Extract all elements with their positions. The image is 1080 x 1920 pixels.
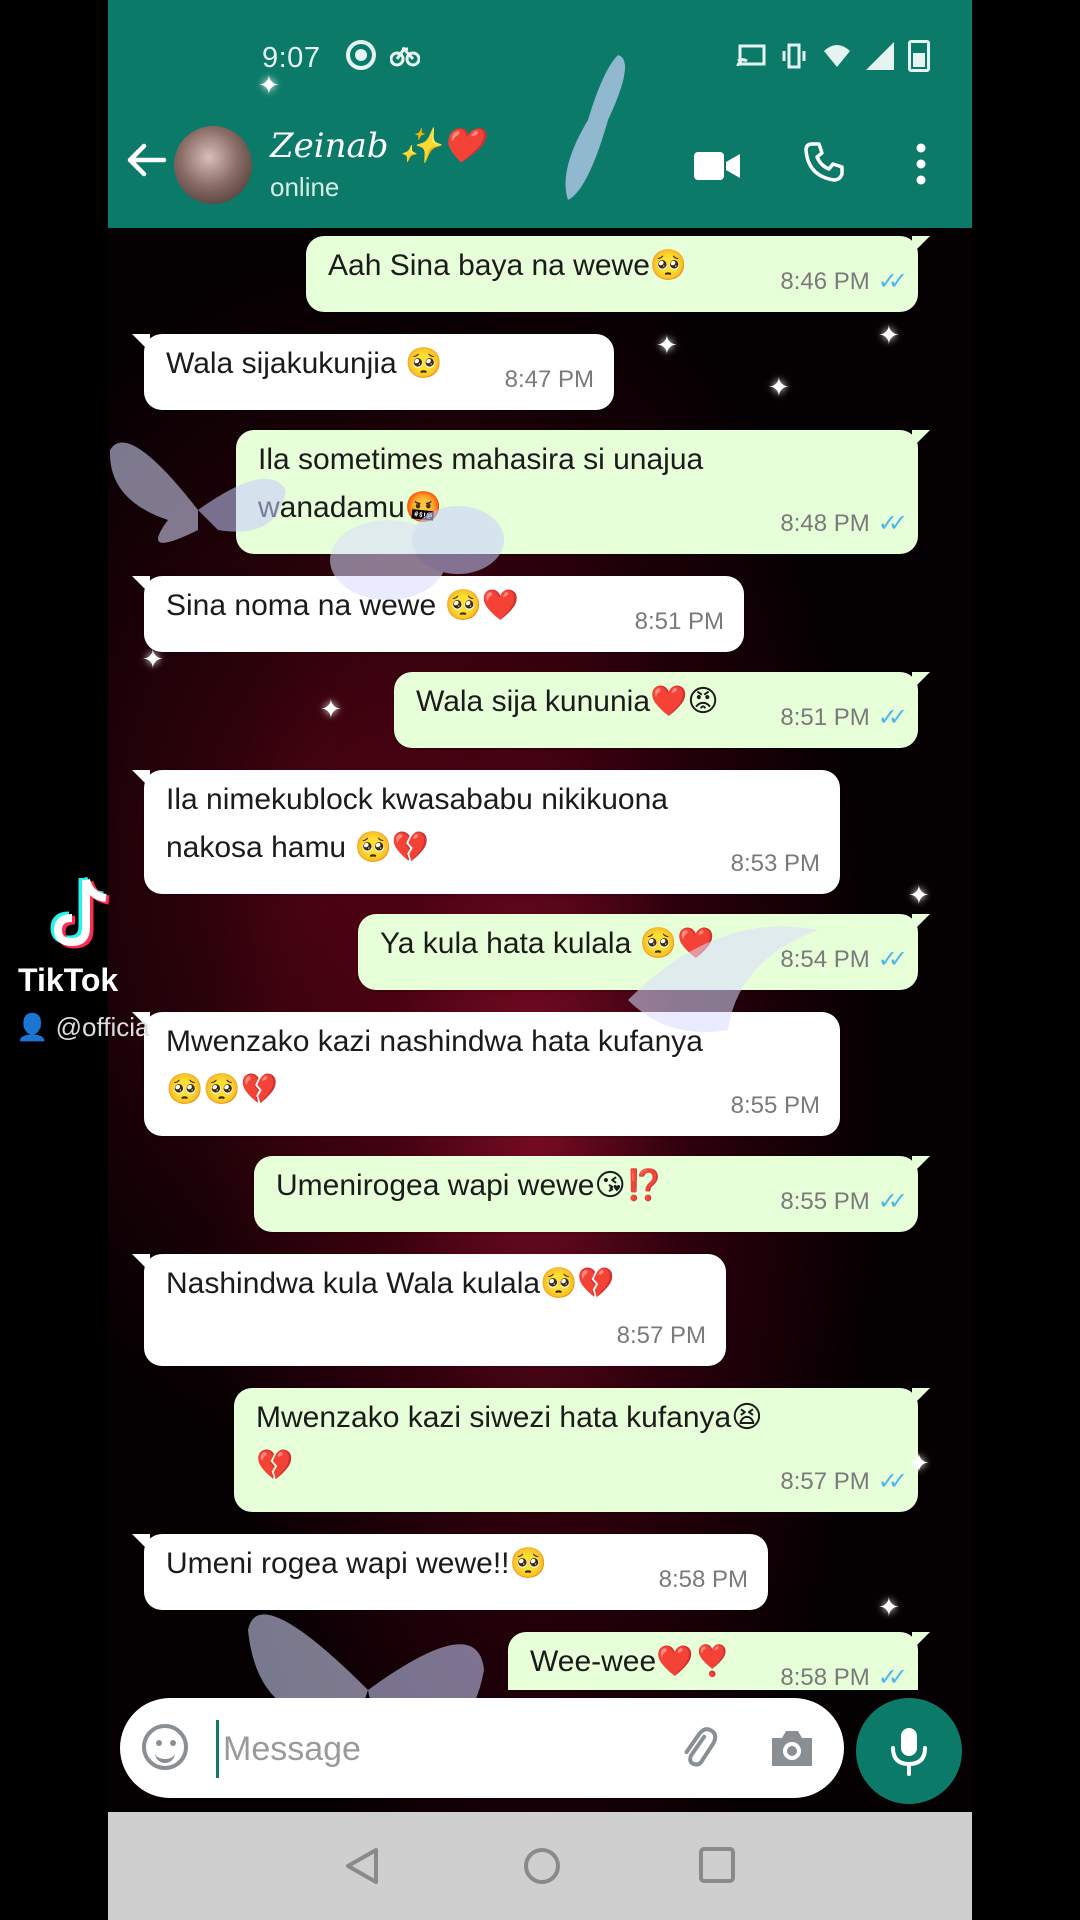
system-nav-bar [108,1812,972,1920]
video-call-icon[interactable] [694,150,740,182]
message-time: 8:51 PM [780,704,870,731]
chat-header: 9:07 Zeinab ✨❤️ online [108,0,972,228]
message-meta: 8:53 PM [731,840,820,888]
message-meta: 8:51 PM [635,598,724,646]
message-time: 8:47 PM [504,366,594,393]
more-vert-icon[interactable] [914,142,928,186]
status-bar: 9:07 [108,30,972,80]
sparkle-icon: ✦ [908,880,930,910]
message-time: 8:58 PM [658,1566,748,1593]
message-meta: 8:55 PM [731,1082,820,1130]
butterfly-decoration-icon [330,506,504,600]
outgoing-message[interactable]: Wala sija kununia❤️😡 8:51 PM ✓✓ [394,672,930,748]
sparkle-icon: ✦ [258,70,280,100]
incoming-message[interactable]: Wala sijakukunjia 🥺 8:47 PM [132,334,614,410]
sparkle-icon: ✦ [142,644,164,674]
phone-screen: 9:07 Zeinab ✨❤️ online Aah Sina baya na … [108,0,972,1920]
message-meta: 8:51 PM ✓✓ [780,694,908,742]
contact-status: online [270,172,340,202]
record-icon [346,40,376,70]
message-text: Ila nimekublock kwasababu nikikuona nako… [166,783,668,864]
nav-home-icon[interactable] [522,1846,562,1886]
message-time: 8:58 PM [780,1664,870,1690]
message-meta: 8:58 PM ✓✓ [780,1654,908,1690]
read-receipt-icon: ✓✓ [877,1664,908,1690]
tiktok-username: 👤 @officia [16,1012,150,1042]
tiktok-brand: TikTok [18,962,119,998]
cast-icon [736,44,766,67]
vibrate-icon [782,43,806,69]
sparkle-icon: ✦ [656,330,678,360]
message-composer [120,1698,844,1798]
message-text: Nashindwa kula Wala kulala🥺💔 [166,1267,615,1300]
message-time: 8:46 PM [780,268,870,295]
message-meta: 8:55 PM ✓✓ [780,1178,908,1226]
outgoing-message[interactable]: Umenirogea wapi wewe😘⁉️ 8:55 PM ✓✓ [254,1156,930,1232]
nav-back-icon[interactable] [344,1846,380,1886]
tiktok-logo-icon [50,876,110,949]
sparkle-icon: ✦ [878,1592,900,1622]
back-arrow-icon[interactable] [124,138,168,182]
message-time: 8:51 PM [634,608,724,635]
read-receipt-icon: ✓✓ [877,510,908,537]
outgoing-message[interactable]: Aah Sina baya na wewe🥺 8:46 PM ✓✓ [306,236,930,312]
read-receipt-icon: ✓✓ [877,704,908,731]
sparkle-icon: ✦ [320,694,342,724]
butterfly-decoration-icon [628,926,818,1032]
message-time: 8:55 PM [780,1188,870,1215]
read-receipt-icon: ✓✓ [877,268,908,295]
read-receipt-icon: ✓✓ [877,1188,908,1215]
incoming-message[interactable]: Nashindwa kula Wala kulala🥺💔 8:57 PM [132,1254,726,1366]
read-receipt-icon: ✓✓ [877,946,908,973]
sparkle-icon: ✦ [768,372,790,402]
message-meta: 8:58 PM [659,1556,748,1604]
message-meta: 8:57 PM [617,1312,706,1360]
user-icon: 👤 [16,1012,56,1042]
message-meta: 8:57 PM ✓✓ [780,1458,908,1506]
message-time: 8:53 PM [730,850,820,877]
bike-icon [390,46,420,67]
butterfly-decoration-icon [565,55,626,200]
read-receipt-icon: ✓✓ [877,1468,908,1495]
contact-avatar[interactable] [174,126,252,204]
message-time: 8:48 PM [780,510,870,537]
signal-icon [866,42,894,70]
message-input[interactable] [216,1720,585,1778]
emoji-icon[interactable] [142,1724,188,1770]
phone-call-icon[interactable] [804,142,844,182]
attach-icon[interactable] [674,1724,722,1772]
sparkle-icon: ✦ [878,320,900,350]
sparkle-icon: ✦ [908,1448,930,1478]
message-time: 8:57 PM [780,1468,870,1495]
wifi-icon [824,45,850,67]
message-time: 8:55 PM [730,1092,820,1119]
contact-name[interactable]: Zeinab ✨❤️ [270,126,484,166]
outgoing-message[interactable]: Wee-wee❤️❣️ 8:58 PM ✓✓ [508,1632,930,1690]
outgoing-message[interactable]: Mwenzako kazi siwezi hata kufanya😫 💔 8:57… [234,1388,930,1512]
message-meta: 8:46 PM ✓✓ [780,258,908,306]
message-meta: 8:47 PM [505,356,594,404]
message-time: 8:57 PM [616,1322,706,1349]
mic-button[interactable] [856,1698,962,1804]
camera-icon[interactable] [768,1726,816,1770]
message-meta: 8:48 PM ✓✓ [780,500,908,548]
mic-icon [891,1728,927,1776]
incoming-message[interactable]: Ila nimekublock kwasababu nikikuona nako… [132,770,840,894]
nav-recents-icon[interactable] [698,1846,736,1884]
battery-icon [908,40,930,72]
butterfly-decoration-icon [109,442,286,543]
